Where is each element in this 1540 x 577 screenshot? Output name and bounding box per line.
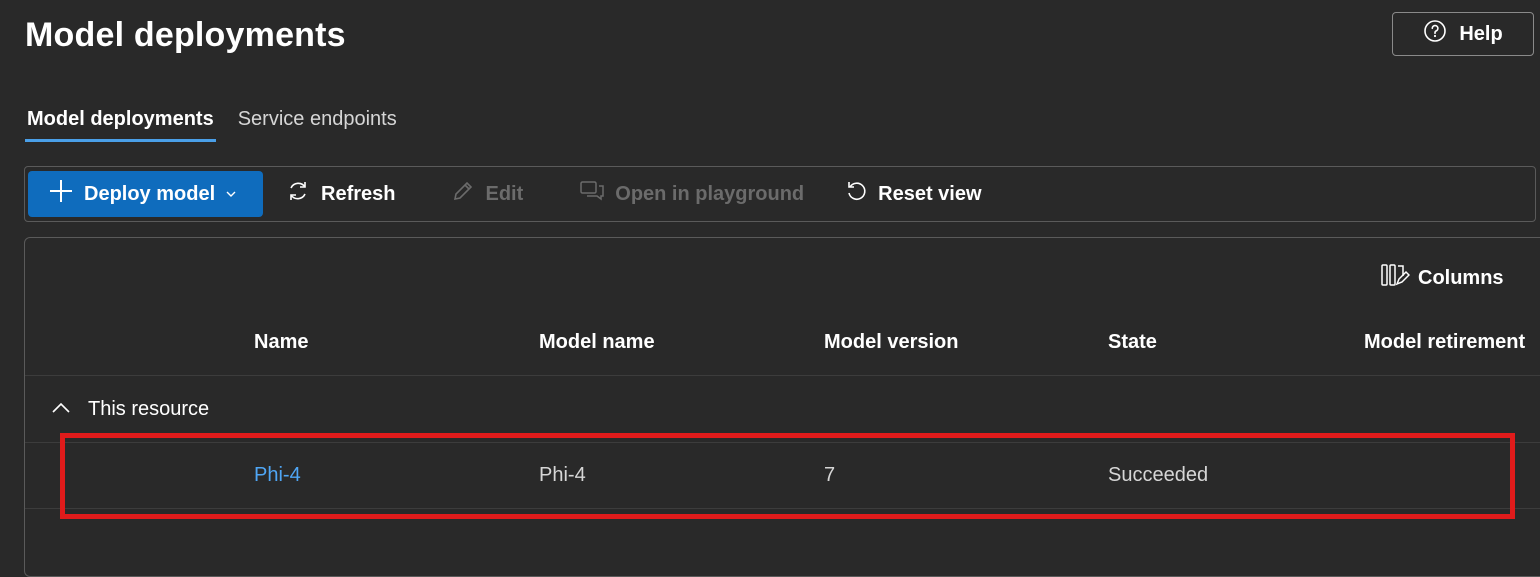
model-name-cell: Phi-4: [539, 464, 586, 486]
column-header-model-name[interactable]: Model name: [539, 331, 655, 354]
columns-label: Columns: [1418, 266, 1504, 289]
refresh-label: Refresh: [321, 182, 396, 205]
plus-icon: [48, 178, 74, 210]
divider: [25, 508, 1540, 509]
reset-view-label: Reset view: [878, 182, 982, 205]
columns-icon: [1380, 262, 1411, 294]
group-label: This resource: [88, 398, 210, 420]
model-version-cell: 7: [824, 464, 836, 486]
tab-model-deployments[interactable]: Model deployments: [25, 104, 216, 142]
deploy-model-button[interactable]: Deploy model: [28, 171, 263, 217]
help-button[interactable]: Help: [1392, 12, 1534, 56]
page-title: Model deployments: [25, 16, 346, 54]
undo-icon: [844, 179, 868, 209]
command-bar: Deploy model Refresh Edit Open in playgr…: [24, 166, 1536, 222]
column-header-name[interactable]: Name: [254, 331, 308, 354]
pencil-icon: [451, 179, 475, 209]
divider: [25, 375, 1540, 376]
reset-view-button[interactable]: Reset view: [844, 171, 982, 217]
column-header-model-version[interactable]: Model version: [824, 331, 958, 354]
question-circle-icon: [1423, 19, 1447, 49]
deploy-model-label: Deploy model: [84, 182, 216, 205]
chevron-down-icon: [225, 183, 237, 206]
chevron-up-icon[interactable]: [50, 398, 72, 421]
edit-button[interactable]: Edit: [451, 171, 523, 217]
refresh-icon: [285, 178, 311, 210]
group-header-this-resource[interactable]: This resource: [50, 398, 209, 421]
tab-bar: Model deployments Service endpoints: [25, 104, 419, 142]
open-in-playground-button[interactable]: Open in playground: [579, 171, 804, 217]
divider: [25, 442, 1540, 443]
help-label: Help: [1459, 22, 1503, 45]
tab-service-endpoints[interactable]: Service endpoints: [236, 104, 399, 142]
deployments-table-panel: [24, 237, 1540, 577]
open-in-playground-label: Open in playground: [615, 182, 805, 205]
chat-icon: [579, 179, 605, 209]
refresh-button[interactable]: Refresh: [285, 171, 395, 217]
edit-label: Edit: [485, 182, 524, 205]
column-header-model-retirement[interactable]: Model retirement: [1364, 331, 1525, 354]
column-header-state[interactable]: State: [1108, 331, 1157, 354]
columns-button[interactable]: Columns: [1380, 262, 1504, 294]
deployment-name-link[interactable]: Phi-4: [254, 464, 301, 487]
state-cell: Succeeded: [1108, 464, 1209, 486]
